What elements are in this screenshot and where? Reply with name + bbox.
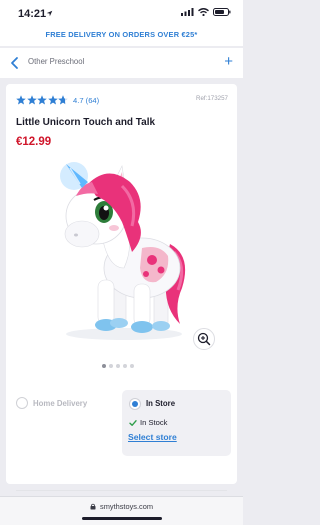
home-delivery-label: Home Delivery <box>33 398 88 408</box>
image-carousel-dots[interactable] <box>102 364 134 368</box>
signal-icon <box>181 8 194 16</box>
zoom-button[interactable] <box>193 328 215 350</box>
stock-status: In Stock <box>129 418 167 427</box>
home-indicator <box>82 517 162 520</box>
product-ref: Ref:173257 <box>196 95 228 102</box>
rating-text[interactable]: 4.7 (64) <box>73 96 99 105</box>
star-icon <box>16 95 26 105</box>
checkmark-icon <box>129 419 137 426</box>
product-price: €12.99 <box>16 136 52 148</box>
select-store-link[interactable]: Select store <box>128 432 177 442</box>
star-icon <box>26 95 37 105</box>
expand-plus-icon[interactable]: + <box>224 54 233 70</box>
wifi-icon <box>198 8 209 16</box>
url-text: smythstoys.com <box>100 502 154 511</box>
product-title: Little Unicorn Touch and Talk <box>16 117 156 128</box>
star-icon <box>37 95 47 105</box>
stock-text: In Stock <box>140 418 168 427</box>
battery-icon <box>213 8 231 16</box>
product-card: 4.7 (64) Ref:173257 Little Unicorn Touch… <box>6 84 237 491</box>
in-store-label: In Store <box>146 399 176 408</box>
rating-stars <box>16 95 68 105</box>
product-image[interactable] <box>42 156 192 346</box>
category-header: Other Preschool + <box>0 48 243 78</box>
carousel-dot[interactable] <box>109 364 113 368</box>
status-bar: 14:21 <box>0 0 243 28</box>
browser-address-bar[interactable]: smythstoys.com <box>0 496 243 525</box>
back-chevron-icon[interactable] <box>9 56 21 70</box>
star-icon <box>47 95 58 105</box>
home-delivery-option[interactable]: Home Delivery <box>16 397 87 409</box>
home-delivery-radio[interactable] <box>16 397 28 409</box>
lock-icon <box>90 503 96 510</box>
location-arrow-icon <box>46 10 53 17</box>
zoom-in-icon <box>197 332 211 346</box>
status-time: 14:21 <box>18 8 47 20</box>
url-display[interactable]: smythstoys.com <box>0 502 243 511</box>
free-delivery-banner[interactable]: FREE DELIVERY ON ORDERS OVER €25* <box>0 28 243 46</box>
carousel-dot[interactable] <box>130 364 134 368</box>
in-store-option[interactable]: In Store In Stock Select store <box>122 390 231 456</box>
carousel-dot[interactable] <box>123 364 127 368</box>
breadcrumb-category[interactable]: Other Preschool <box>28 57 84 66</box>
carousel-dot[interactable] <box>102 364 106 368</box>
in-store-radio[interactable] <box>129 398 141 410</box>
product-rating[interactable]: 4.7 (64) <box>16 95 99 105</box>
carousel-dot[interactable] <box>116 364 120 368</box>
section-divider <box>16 490 227 491</box>
star-icon <box>58 95 68 105</box>
